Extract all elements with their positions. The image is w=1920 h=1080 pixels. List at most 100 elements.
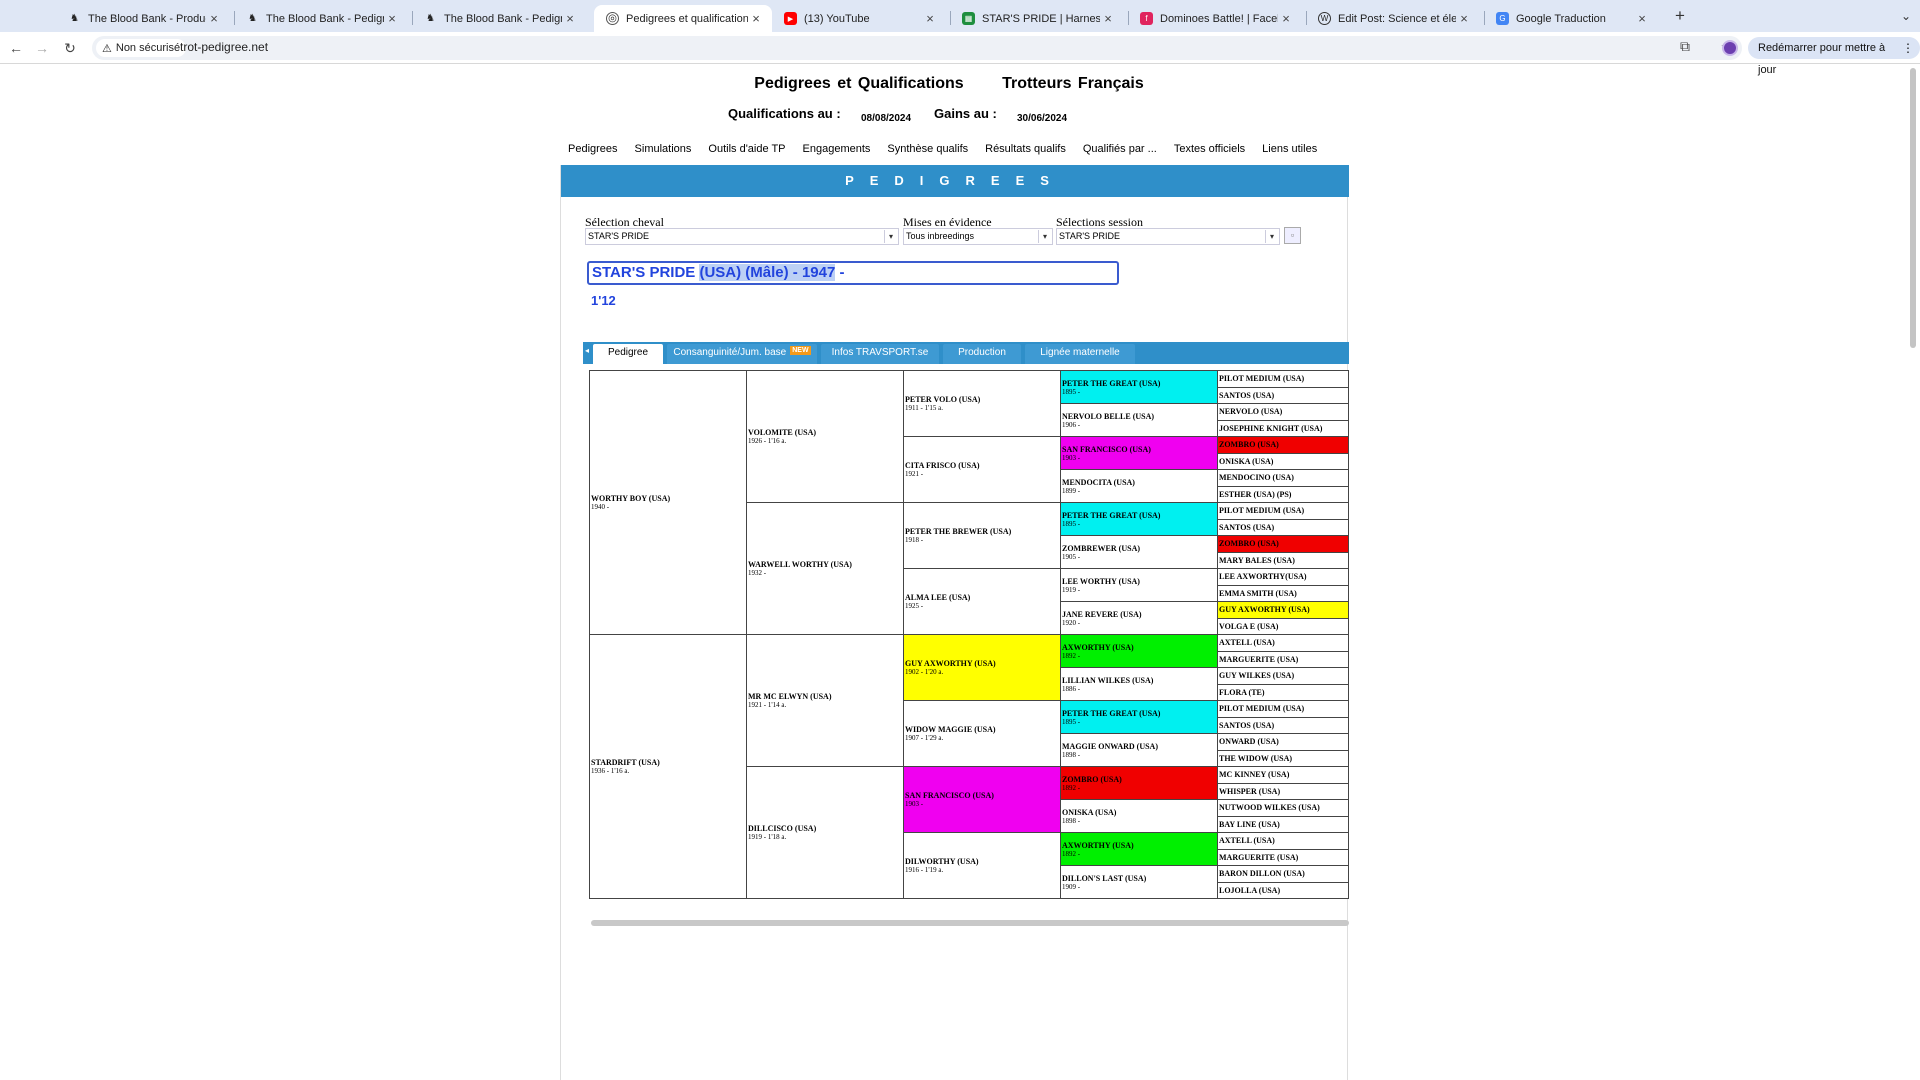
vertical-scrollbar[interactable] bbox=[1910, 68, 1916, 348]
pedigree-cell-gen3[interactable]: PETER THE BREWER (USA) 1918 - bbox=[903, 502, 1061, 569]
menu-item-engagements[interactable]: Engagements bbox=[803, 143, 871, 155]
pedigree-cell-gen1[interactable]: STARDRIFT (USA) 1936 - 1'16 a. bbox=[589, 634, 747, 899]
pedigree-cell-gen3[interactable]: PETER VOLO (USA) 1911 - 1'15 a. bbox=[903, 370, 1061, 437]
pedigree-cell-gen4[interactable]: PETER THE GREAT (USA) 1895 - bbox=[1060, 370, 1218, 404]
menu-item-outils[interactable]: Outils d'aide TP bbox=[708, 143, 785, 155]
pedigree-cell-gen5[interactable]: MARGUERITE (USA) bbox=[1217, 650, 1349, 668]
new-tab-plus-icon[interactable]: + bbox=[1670, 6, 1690, 26]
pedigree-cell-gen4[interactable]: SAN FRANCISCO (USA) 1903 - bbox=[1060, 436, 1218, 470]
pedigree-cell-gen5[interactable]: EMMA SMITH (USA) bbox=[1217, 584, 1349, 602]
pedigree-cell-gen3[interactable]: CITA FRISCO (USA) 1921 - bbox=[903, 436, 1061, 503]
horse-select[interactable]: STAR'S PRIDE ▾ bbox=[585, 228, 899, 245]
horizontal-scrollbar[interactable] bbox=[591, 920, 1349, 926]
pedigree-cell-gen4[interactable]: MENDOCITA (USA) 1899 - bbox=[1060, 469, 1218, 503]
pedigree-cell-gen4[interactable]: JANE REVERE (USA) 1920 - bbox=[1060, 601, 1218, 635]
pedigree-cell-gen5[interactable]: LEE AXWORTHY(USA) bbox=[1217, 568, 1349, 586]
menu-item-simulations[interactable]: Simulations bbox=[635, 143, 692, 155]
restart-update-button[interactable]: Redémarrer pour mettre à jour ⋮ bbox=[1748, 37, 1920, 76]
pedigree-cell-gen1[interactable]: WORTHY BOY (USA) 1940 - bbox=[589, 370, 747, 635]
browser-tab[interactable]: f Dominoes Battle! | Facebook × bbox=[1128, 5, 1302, 32]
close-icon[interactable]: × bbox=[748, 11, 764, 26]
close-icon[interactable]: × bbox=[206, 11, 222, 26]
pedigree-cell-gen5[interactable]: BAY LINE (USA) bbox=[1217, 815, 1349, 833]
pedigree-cell-gen5[interactable]: VOLGA E (USA) bbox=[1217, 617, 1349, 635]
extensions-puzzle-icon[interactable]: ⧉ bbox=[1680, 38, 1690, 55]
pedigree-cell-gen4[interactable]: MAGGIE ONWARD (USA) 1898 - bbox=[1060, 733, 1218, 767]
pedigree-cell-gen5[interactable]: ONWARD (USA) bbox=[1217, 733, 1349, 751]
broken-image-icon[interactable]: ▫ bbox=[1284, 227, 1301, 244]
pedigree-cell-gen2[interactable]: MR MC ELWYN (USA) 1921 - 1'14 a. bbox=[746, 634, 904, 767]
tab-pedigree[interactable]: Pedigree bbox=[593, 344, 663, 364]
pedigree-cell-gen4[interactable]: PETER THE GREAT (USA) 1895 - bbox=[1060, 700, 1218, 734]
pedigree-cell-gen5[interactable]: PILOT MEDIUM (USA) bbox=[1217, 700, 1349, 718]
pedigree-cell-gen5[interactable]: THE WIDOW (USA) bbox=[1217, 749, 1349, 767]
pedigree-cell-gen5[interactable]: MARY BALES (USA) bbox=[1217, 551, 1349, 569]
security-indicator[interactable]: ⚠ Non sécurisé bbox=[96, 39, 187, 57]
pedigree-cell-gen5[interactable]: WHISPER (USA) bbox=[1217, 782, 1349, 800]
pedigree-cell-gen4[interactable]: ZOMBRO (USA) 1892 - bbox=[1060, 766, 1218, 800]
pedigree-cell-gen4[interactable]: DILLON'S LAST (USA) 1909 - bbox=[1060, 865, 1218, 899]
tab-search-chevron-icon[interactable]: ⌄ bbox=[1896, 6, 1916, 26]
pedigree-cell-gen4[interactable]: NERVOLO BELLE (USA) 1906 - bbox=[1060, 403, 1218, 437]
session-select[interactable]: STAR'S PRIDE ▾ bbox=[1056, 228, 1280, 245]
pedigree-cell-gen5[interactable]: LOJOLLA (USA) bbox=[1217, 881, 1349, 899]
menu-item-synthese[interactable]: Synthèse qualifs bbox=[887, 143, 968, 155]
pedigree-cell-gen4[interactable]: ONISKA (USA) 1898 - bbox=[1060, 799, 1218, 833]
browser-tab[interactable]: ♞ The Blood Bank - Production × bbox=[56, 5, 230, 32]
pedigree-cell-gen3[interactable]: GUY AXWORTHY (USA) 1902 - 1'20 a. bbox=[903, 634, 1061, 701]
pedigree-cell-gen4[interactable]: AXWORTHY (USA) 1892 - bbox=[1060, 832, 1218, 866]
address-bar[interactable]: ⚠ Non sécurisé trot-pedigree.net ☆ bbox=[92, 36, 1742, 60]
browser-tab[interactable]: ▶ (13) YouTube × bbox=[772, 5, 946, 32]
back-arrow-icon[interactable]: ← bbox=[6, 38, 26, 58]
pedigree-cell-gen5[interactable]: MC KINNEY (USA) bbox=[1217, 766, 1349, 784]
pedigree-cell-gen4[interactable]: LEE WORTHY (USA) 1919 - bbox=[1060, 568, 1218, 602]
pedigree-cell-gen5[interactable]: AXTELL (USA) bbox=[1217, 634, 1349, 652]
pedigree-cell-gen5[interactable]: GUY WILKES (USA) bbox=[1217, 667, 1349, 685]
pedigree-cell-gen5[interactable]: AXTELL (USA) bbox=[1217, 832, 1349, 850]
pedigree-cell-gen5[interactable]: GUY AXWORTHY (USA) bbox=[1217, 601, 1349, 619]
menu-item-resultats[interactable]: Résultats qualifs bbox=[985, 143, 1066, 155]
pedigree-cell-gen5[interactable]: MENDOCINO (USA) bbox=[1217, 469, 1349, 487]
horse-title[interactable]: STAR'S PRIDE (USA) (Mâle) - 1947 - bbox=[587, 261, 1119, 285]
pedigree-cell-gen4[interactable]: ZOMBREWER (USA) 1905 - bbox=[1060, 535, 1218, 569]
pedigree-cell-gen5[interactable]: ONISKA (USA) bbox=[1217, 452, 1349, 470]
close-icon[interactable]: × bbox=[562, 11, 578, 26]
forward-arrow-icon[interactable]: → bbox=[32, 38, 52, 58]
pedigree-cell-gen5[interactable]: NERVOLO (USA) bbox=[1217, 403, 1349, 421]
browser-tab[interactable]: ♞ The Blood Bank - Pedigree × bbox=[412, 5, 586, 32]
pedigree-cell-gen5[interactable]: JOSEPHINE KNIGHT (USA) bbox=[1217, 419, 1349, 437]
browser-tab[interactable]: ♞ The Blood Bank - Pedigree × bbox=[234, 5, 408, 32]
browser-tab[interactable]: W Edit Post: Science et élevage × bbox=[1306, 5, 1480, 32]
menu-item-pedigrees[interactable]: Pedigrees bbox=[568, 143, 618, 155]
highlight-select[interactable]: Tous inbreedings ▾ bbox=[903, 228, 1053, 245]
close-icon[interactable]: × bbox=[1634, 11, 1650, 26]
pedigree-cell-gen3[interactable]: SAN FRANCISCO (USA) 1903 - bbox=[903, 766, 1061, 833]
pedigree-cell-gen5[interactable]: ZOMBRO (USA) bbox=[1217, 436, 1349, 454]
close-icon[interactable]: × bbox=[1278, 11, 1294, 26]
tab-lignee-maternelle[interactable]: Lignée maternelle bbox=[1025, 344, 1135, 364]
close-icon[interactable]: × bbox=[1456, 11, 1472, 26]
tab-infos-travsport[interactable]: Infos TRAVSPORT.se bbox=[821, 344, 939, 364]
pedigree-cell-gen5[interactable]: NUTWOOD WILKES (USA) bbox=[1217, 799, 1349, 817]
left-arrow-icon[interactable]: ◂ bbox=[585, 346, 589, 355]
pedigree-cell-gen2[interactable]: VOLOMITE (USA) 1926 - 1'16 a. bbox=[746, 370, 904, 503]
more-menu-icon[interactable]: ⋮ bbox=[1902, 37, 1914, 59]
profile-avatar[interactable] bbox=[1722, 40, 1738, 56]
pedigree-cell-gen5[interactable]: MARGUERITE (USA) bbox=[1217, 848, 1349, 866]
browser-tab[interactable]: G Google Traduction × bbox=[1484, 5, 1658, 32]
pedigree-cell-gen5[interactable]: SANTOS (USA) bbox=[1217, 716, 1349, 734]
pedigree-cell-gen5[interactable]: SANTOS (USA) bbox=[1217, 386, 1349, 404]
tab-consanguinite[interactable]: Consanguinité/Jum. base NEW bbox=[667, 344, 817, 364]
pedigree-cell-gen5[interactable]: ZOMBRO (USA) bbox=[1217, 535, 1349, 553]
pedigree-cell-gen5[interactable]: SANTOS (USA) bbox=[1217, 518, 1349, 536]
menu-item-qualifies[interactable]: Qualifiés par ... bbox=[1083, 143, 1157, 155]
pedigree-cell-gen3[interactable]: DILWORTHY (USA) 1916 - 1'19 a. bbox=[903, 832, 1061, 899]
reload-icon[interactable]: ↻ bbox=[60, 38, 80, 58]
close-icon[interactable]: × bbox=[922, 11, 938, 26]
pedigree-cell-gen2[interactable]: DILLCISCO (USA) 1919 - 1'18 a. bbox=[746, 766, 904, 899]
pedigree-cell-gen5[interactable]: PILOT MEDIUM (USA) bbox=[1217, 502, 1349, 520]
pedigree-cell-gen4[interactable]: PETER THE GREAT (USA) 1895 - bbox=[1060, 502, 1218, 536]
menu-item-textes[interactable]: Textes officiels bbox=[1174, 143, 1245, 155]
browser-tab-active[interactable]: ◎ Pedigrees et qualifications Tr × bbox=[594, 5, 772, 32]
pedigree-cell-gen4[interactable]: LILLIAN WILKES (USA) 1886 - bbox=[1060, 667, 1218, 701]
